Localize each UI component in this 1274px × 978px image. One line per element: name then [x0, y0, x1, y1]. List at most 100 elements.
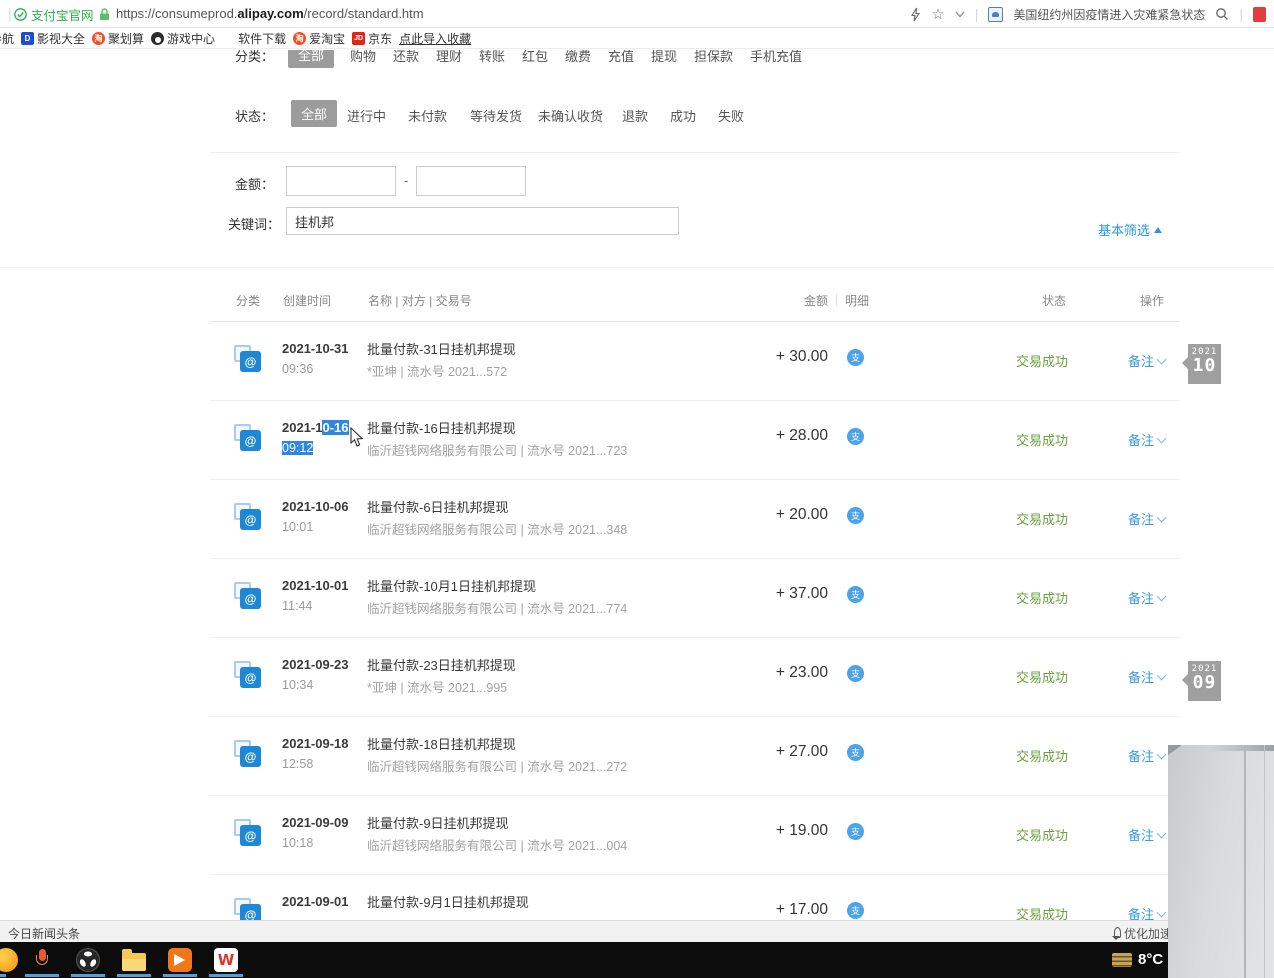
detail-alipay-icon[interactable]: 支 — [847, 744, 864, 761]
remark-link[interactable]: 备注 — [1128, 746, 1165, 765]
status-item[interactable]: 未确认收货 — [538, 106, 603, 125]
row-title[interactable]: 批量付款-9月1日挂机邦提现 — [367, 892, 529, 911]
detail-alipay-icon[interactable]: 支 — [847, 507, 864, 524]
category-item[interactable]: 还款 — [393, 50, 419, 65]
status-item[interactable]: 未付款 — [408, 106, 447, 125]
row-amount: + 19.00 — [710, 822, 828, 840]
divider: | — [975, 6, 979, 22]
status-item[interactable]: 退款 — [622, 106, 648, 125]
mouse-cursor — [350, 427, 365, 448]
category-item[interactable]: 担保款 — [694, 50, 733, 65]
row-party-flow: 临沂超钱网络服务有限公司 | 流水号 2021...774 — [367, 598, 627, 617]
basic-filter-link[interactable]: 基本筛选 — [1098, 220, 1162, 239]
category-item[interactable]: 手机充值 — [750, 50, 802, 65]
keyword-input[interactable] — [286, 207, 679, 235]
row-title[interactable]: 批量付款-16日挂机邦提现 — [367, 418, 516, 437]
bookmarks-bar: 导航 D 影视大全 淘 聚划算 游戏中心 软件下载 淘 爱淘宝 JD 京东 点此… — [0, 28, 1274, 49]
bookmark-juhuasuan[interactable]: 淘 聚划算 — [92, 30, 144, 47]
status-item[interactable]: 等待发货 — [470, 106, 522, 125]
remark-link[interactable]: 备注 — [1128, 588, 1165, 607]
detail-alipay-icon[interactable]: 支 — [847, 823, 864, 840]
remark-link[interactable]: 备注 — [1128, 667, 1165, 686]
door-frame-line — [1244, 745, 1246, 978]
lightning-icon[interactable] — [910, 7, 921, 22]
bookmark-software-download[interactable]: 软件下载 — [222, 30, 286, 47]
remark-link[interactable]: 备注 — [1128, 351, 1165, 370]
taskbar-obs-app[interactable] — [68, 945, 108, 975]
amount-max-input[interactable] — [416, 166, 526, 196]
status-item[interactable]: 失败 — [718, 106, 744, 125]
input-method-icon[interactable] — [1112, 953, 1132, 967]
category-item[interactable]: 理财 — [436, 50, 462, 65]
row-title[interactable]: 批量付款-9日挂机邦提现 — [367, 813, 509, 832]
category-item[interactable]: 转账 — [479, 50, 505, 65]
taskbar-recorder-app[interactable] — [160, 945, 200, 975]
detail-alipay-icon[interactable]: 支 — [847, 665, 864, 682]
news-headline[interactable]: 美国纽约州因疫情进入灾难紧急状态 — [1013, 6, 1205, 23]
table-header: 分类 创建时间 名称 | 对方 | 交易号 金额 | 明细 状态 操作 — [210, 270, 1180, 322]
batch-payment-icon: @ — [234, 740, 262, 768]
row-date: 2021-10-06 — [282, 499, 349, 514]
search-icon[interactable] — [1215, 7, 1229, 21]
remark-link[interactable]: 备注 — [1128, 430, 1165, 449]
amount-min-input[interactable] — [286, 166, 396, 196]
amount-range-dash: - — [404, 173, 408, 188]
row-date: 2021-09-01 — [282, 894, 349, 909]
row-party-flow: 临沂超钱网络服务有限公司 | 流水号 2021...723 — [367, 440, 627, 459]
status-item[interactable]: 成功 — [670, 106, 696, 125]
category-item[interactable]: 缴费 — [565, 50, 591, 65]
row-title[interactable]: 批量付款-6日挂机邦提现 — [367, 497, 509, 516]
category-item[interactable]: 提现 — [651, 50, 677, 65]
status-all-chip[interactable]: 全部 — [291, 100, 337, 127]
batch-payment-icon: @ — [234, 661, 262, 689]
row-title[interactable]: 批量付款-18日挂机邦提现 — [367, 734, 516, 753]
row-amount: + 27.00 — [710, 743, 828, 761]
row-title[interactable]: 批量付款-31日挂机邦提现 — [367, 339, 516, 358]
taskbar-wps-app[interactable]: W — [206, 945, 246, 975]
bookmark-movies[interactable]: D 影视大全 — [21, 30, 85, 47]
detail-alipay-icon[interactable]: 支 — [847, 586, 864, 603]
weather-temperature[interactable]: 8°C — [1138, 951, 1163, 968]
taskbar-file-explorer[interactable] — [114, 945, 154, 975]
category-item[interactable]: 红包 — [522, 50, 548, 65]
bookmark-aitaobao[interactable]: 淘 爱淘宝 — [293, 30, 345, 47]
row-title[interactable]: 批量付款-23日挂机邦提现 — [367, 655, 516, 674]
row-title[interactable]: 批量付款-10月1日挂机邦提现 — [367, 576, 536, 595]
row-status: 交易成功 — [1016, 825, 1091, 844]
status-item[interactable]: 进行中 — [347, 106, 386, 125]
header-created-time: 创建时间 — [283, 292, 331, 309]
extension-icon[interactable] — [1253, 7, 1266, 22]
remark-link[interactable]: 备注 — [1128, 825, 1165, 844]
chevron-down-icon[interactable] — [955, 11, 965, 18]
bookmark-star-icon[interactable]: ☆ — [931, 5, 944, 23]
row-date: 2021-10-31 — [282, 341, 349, 356]
optimize-accelerate-button[interactable]: 优化加速 — [1112, 925, 1172, 942]
category-item[interactable]: 充值 — [608, 50, 634, 65]
wps-icon: W — [214, 948, 238, 972]
taobao-icon: 淘 — [92, 32, 105, 45]
row-status: 交易成功 — [1016, 588, 1091, 607]
taskbar-microphone-app[interactable] — [22, 945, 62, 975]
category-item[interactable]: 购物 — [350, 50, 376, 65]
detail-alipay-icon[interactable]: 支 — [847, 428, 864, 445]
bookmark-nav[interactable]: 导航 — [0, 30, 14, 47]
address-bar-actions: ☆ | 美国纽约州因疫情进入灾难紧急状态 | — [910, 0, 1266, 28]
browser-address-bar: | 支付宝官网 https://consumeprod.alipay.com/r… — [0, 0, 1274, 28]
rocket-icon — [1112, 927, 1121, 940]
table-row: @ 2021-10-01 11:44 批量付款-10月1日挂机邦提现 临沂超钱网… — [210, 559, 1180, 638]
remark-link[interactable]: 备注 — [1128, 509, 1165, 528]
detail-alipay-icon[interactable]: 支 — [847, 902, 864, 919]
news-ticker[interactable]: 今日新闻头条 — [8, 925, 80, 942]
row-date: 2021-09-18 — [282, 736, 349, 751]
import-favorites-link[interactable]: 点此导入收藏 — [399, 30, 471, 47]
url-text[interactable]: https://consumeprod.alipay.com/record/st… — [116, 6, 424, 21]
bookmark-jd[interactable]: JD 京东 — [352, 30, 392, 47]
site-verified-badge[interactable]: 支付宝官网 — [14, 5, 94, 24]
bookmark-game-center[interactable]: 游戏中心 — [151, 30, 215, 47]
category-all-chip[interactable]: 全部 — [288, 50, 334, 68]
detail-alipay-icon[interactable]: 支 — [847, 349, 864, 366]
microphone-icon — [36, 949, 48, 971]
row-amount: + 37.00 — [710, 585, 828, 603]
row-time: 10:01 — [282, 520, 313, 534]
webcam-overlay — [1168, 745, 1274, 978]
